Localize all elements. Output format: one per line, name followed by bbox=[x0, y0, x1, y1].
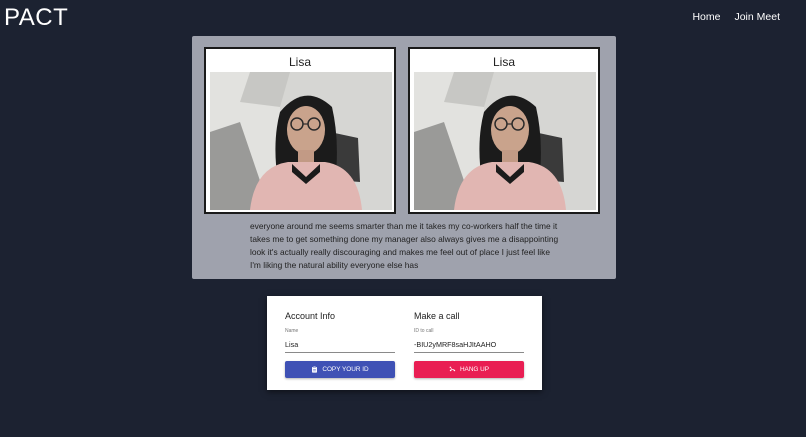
video-participant-name: Lisa bbox=[492, 55, 515, 69]
hang-up-button[interactable]: HANG UP bbox=[414, 361, 524, 378]
make-call-title: Make a call bbox=[414, 311, 460, 321]
id-to-call-input[interactable] bbox=[414, 340, 524, 353]
account-card: Account Info Name COPY YOUR ID Make a ca… bbox=[267, 296, 542, 390]
remote-video-stream bbox=[414, 72, 596, 210]
name-label: Name bbox=[285, 328, 299, 334]
clipboard-icon bbox=[312, 366, 318, 373]
app-logo[interactable]: PACT bbox=[4, 4, 68, 32]
hang-up-label: HANG UP bbox=[459, 366, 490, 373]
phone-hangup-icon bbox=[449, 366, 456, 372]
video-panel: Lisa Lisa everyone around me seems smart… bbox=[192, 36, 616, 279]
local-video-card: Lisa bbox=[204, 47, 396, 214]
top-nav: Home Join Meet bbox=[692, 11, 780, 23]
copy-id-button[interactable]: COPY YOUR ID bbox=[285, 361, 395, 378]
copy-id-label: COPY YOUR ID bbox=[322, 366, 369, 373]
local-video-stream bbox=[210, 72, 392, 210]
speech-transcript: everyone around me seems smarter than me… bbox=[250, 221, 559, 270]
nav-join-meet[interactable]: Join Meet bbox=[734, 11, 780, 23]
video-participant-name: Lisa bbox=[288, 55, 311, 69]
remote-video-card: Lisa bbox=[408, 47, 600, 214]
make-call-section: Make a call ID to call HANG UP bbox=[414, 311, 524, 378]
id-to-call-label: ID to call bbox=[414, 328, 434, 334]
account-info-title: Account Info bbox=[285, 311, 336, 321]
account-info-section: Account Info Name COPY YOUR ID bbox=[285, 311, 395, 378]
nav-home[interactable]: Home bbox=[692, 11, 720, 23]
name-input[interactable] bbox=[285, 340, 395, 353]
